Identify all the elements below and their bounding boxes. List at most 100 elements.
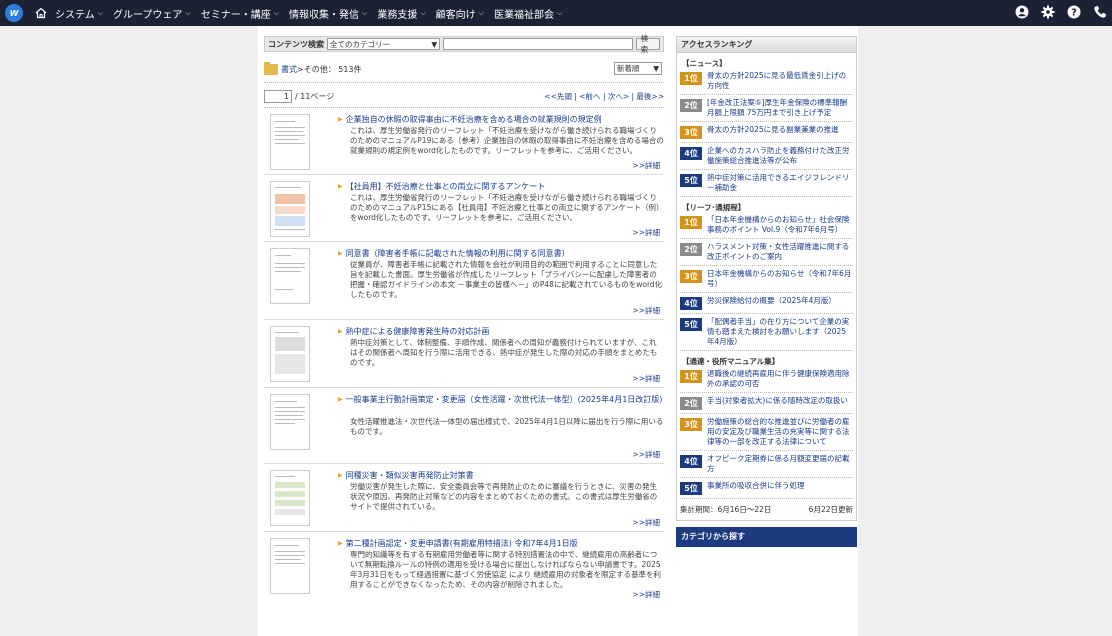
search-label: コンテンツ検索 xyxy=(268,39,324,49)
breadcrumb-root[interactable]: 書式 xyxy=(281,64,297,75)
ranking-item-text[interactable]: オフピーク定期券に係る月額変更届の記載方 xyxy=(707,454,853,474)
detail-link[interactable]: >>詳細 xyxy=(632,305,660,316)
detail-link[interactable]: >>詳細 xyxy=(632,373,660,384)
pager: 1 / 11ページ <<先頭 | <前へ | 次へ> | 最後>> xyxy=(264,89,664,103)
category-browse-header[interactable]: カテゴリから探す xyxy=(676,527,857,547)
ranking-item[interactable]: 5位 事業所の吸収合併に伴う処理 xyxy=(680,478,853,499)
ranking-item[interactable]: 4位 企業へのカスハラ防止を義務付けた改正労働施策総合推進法等が公布 xyxy=(680,143,853,170)
rank-badge: 4位 xyxy=(680,147,702,160)
menu-label: システム xyxy=(55,9,95,21)
ranking-item-text[interactable]: 企業へのカスハラ防止を義務付けた改正労働施策総合推進法等が公布 xyxy=(707,146,853,166)
ranking-item-text[interactable]: 骨太の方針2025に見る最低賃金引上げの方向性 xyxy=(707,71,853,91)
rank-badge: 1位 xyxy=(680,216,702,229)
menu-info[interactable]: 情報収集・発信 ⌵ xyxy=(289,6,367,21)
ranking-item[interactable]: 2位 手当(対象者拡大)に係る随時改定の取扱い xyxy=(680,393,853,414)
ranking-item-text[interactable]: 手当(対象者拡大)に係る随時改定の取扱い xyxy=(707,396,848,406)
pager-links[interactable]: <<先頭 | <前へ | 次へ> | 最後>> xyxy=(544,91,664,102)
phone-icon[interactable] xyxy=(1092,4,1108,20)
rank-badge: 5位 xyxy=(680,318,702,331)
list-item: 同種災害・類似災害再発防止対策書 労働災害が発生した際に、安全委員会等で再発防止… xyxy=(264,464,664,532)
document-thumbnail[interactable] xyxy=(270,114,310,170)
menu-label: グループウェア xyxy=(113,9,183,21)
detail-link[interactable]: >>詳細 xyxy=(632,517,660,528)
rank-badge: 2位 xyxy=(680,243,702,256)
ranking-item[interactable]: 5位 「配偶者手当」の在り方について企業の実情も踏まえた検討をお願いします（202… xyxy=(680,314,853,351)
top-nav-bar: W システム ⌵ グループウェア ⌵ セミナー・講座 ⌵ 情報収集・発信 ⌵ 業務支援 ⌵… xyxy=(0,0,1112,26)
ranking-item[interactable]: 3位 骨太の方針2025に見る副業兼業の推進 xyxy=(680,122,853,143)
menu-label: 顧客向け xyxy=(435,9,476,21)
document-thumbnail[interactable] xyxy=(270,538,310,594)
menu-medical[interactable]: 医業福祉部会 ⌵ xyxy=(494,6,562,21)
menu-customer[interactable]: 顧客向け ⌵ xyxy=(436,6,484,21)
search-button[interactable]: 検索 xyxy=(635,34,660,54)
ranking-item[interactable]: 1位 退職後の継続再雇用に伴う健康保険適用除外の承認の可否 xyxy=(680,366,853,393)
ranking-item-text[interactable]: 熱中症対策に活用できるエイジフレンドリー補助金 xyxy=(707,173,853,193)
ranking-item-text[interactable]: [年金改正法案⑤]厚生年金保険の標準報酬月額上限額 75万円まで引き上げ予定 xyxy=(707,98,853,118)
breadcrumb: 書式 > その他 ： 513件 新着順 ▼ xyxy=(264,61,664,76)
detail-link[interactable]: >>詳細 xyxy=(632,589,660,600)
rank-badge: 1位 xyxy=(680,370,702,383)
ranking-item[interactable]: 1位 骨太の方針2025に見る最低賃金引上げの方向性 xyxy=(680,68,853,95)
ranking-item-text[interactable]: 日本年金機構からのお知らせ（令和7年6月号） xyxy=(707,269,853,289)
ranking-item[interactable]: 2位 [年金改正法案⑤]厚生年金保険の標準報酬月額上限額 75万円まで引き上げ予定 xyxy=(680,95,853,122)
document-thumbnail[interactable] xyxy=(270,181,310,237)
menu-system[interactable]: システム ⌵ xyxy=(55,6,103,21)
divider xyxy=(264,82,664,83)
chevron-down-icon: ▼ xyxy=(653,64,659,73)
ranking-item[interactable]: 3位 労働施策の総合的な推進並びに労働者の雇用の安定及び職業生活の充実等に関する法… xyxy=(680,414,853,451)
item-title[interactable]: 第二種計画認定・変更申請書(有期雇用特措法) 令和7年4月1日版 xyxy=(338,538,664,550)
item-title[interactable]: 同意書（障害者手帳に記載された情報の利用に関する同意書） xyxy=(338,248,664,260)
folder-icon xyxy=(264,61,278,75)
ranking-item[interactable]: 5位 熱中症対策に活用できるエイジフレンドリー補助金 xyxy=(680,170,853,197)
ranking-item-text[interactable]: 退職後の継続再雇用に伴う健康保険適用除外の承認の可否 xyxy=(707,369,853,389)
item-title[interactable]: 【社員用】不妊治療と仕事との両立に関するアンケート xyxy=(338,181,664,193)
document-thumbnail[interactable] xyxy=(270,470,310,526)
detail-link[interactable]: >>詳細 xyxy=(632,160,660,171)
search-input[interactable] xyxy=(443,38,633,50)
chevron-down-icon: ▼ xyxy=(431,39,438,49)
page-total: / 11ページ xyxy=(295,91,335,101)
rank-badge: 4位 xyxy=(680,455,702,468)
ranking-item[interactable]: 3位 日本年金機構からのお知らせ（令和7年6月号） xyxy=(680,266,853,293)
menu-business[interactable]: 業務支援 ⌵ xyxy=(377,6,425,21)
ranking-item[interactable]: 2位 ハラスメント対策・女性活躍推進に関する改正ポイントのご案内 xyxy=(680,239,853,266)
item-description: 専門的知識等を有する有期雇用労働者等に関する特別措置法の中で、継続雇用の高齢者に… xyxy=(350,550,662,589)
chevron-down-icon: ⌵ xyxy=(97,8,104,17)
menu-label: 情報収集・発信 xyxy=(289,9,360,21)
ranking-item-text[interactable]: 「日本年金機構からのお知らせ」社会保険事務のポイント Vol.9（令和7年6月号… xyxy=(707,215,853,235)
ranking-item-text[interactable]: 労働施策の総合的な推進並びに労働者の雇用の安定及び職業生活の充実等に関する法律等… xyxy=(707,417,853,447)
ranking-item-text[interactable]: 労災保険給付の概要（2025年4月版） xyxy=(707,296,836,306)
ranking-item-text[interactable]: ハラスメント対策・女性活躍推進に関する改正ポイントのご案内 xyxy=(707,242,853,262)
help-icon[interactable]: ? xyxy=(1066,4,1082,20)
rank-badge: 3位 xyxy=(680,418,702,431)
ranking-item[interactable]: 4位 オフピーク定期券に係る月額変更届の記載方 xyxy=(680,451,853,478)
detail-link[interactable]: >>詳細 xyxy=(632,449,660,460)
item-description: これは、厚生労働省発行のリーフレット「不妊治療を受けながら働き続けられる職場づく… xyxy=(350,193,664,222)
breadcrumb-current: その他 xyxy=(303,64,328,74)
category-select[interactable]: 全てのカテゴリー ▼ xyxy=(327,38,441,50)
app-logo[interactable]: W xyxy=(5,4,23,22)
ranking-item-text[interactable]: 骨太の方針2025に見る副業兼業の推進 xyxy=(707,125,839,135)
ranking-item-text[interactable]: 事業所の吸収合併に伴う処理 xyxy=(707,481,805,491)
item-title[interactable]: 企業独自の休暇の取得事由に不妊治療を含める場合の就業規則の規定例 xyxy=(338,114,664,126)
gear-icon[interactable] xyxy=(1040,4,1056,20)
ranking-item-text[interactable]: 「配偶者手当」の在り方について企業の実情も踏まえた検討をお願いします（2025年… xyxy=(707,317,853,347)
document-thumbnail[interactable] xyxy=(270,248,310,304)
menu-groupware[interactable]: グループウェア ⌵ xyxy=(113,6,191,21)
ranking-item[interactable]: 1位 「日本年金機構からのお知らせ」社会保険事務のポイント Vol.9（令和7年6… xyxy=(680,212,853,239)
svg-text:?: ? xyxy=(1071,8,1077,19)
detail-link[interactable]: >>詳細 xyxy=(632,227,660,238)
ranking-item[interactable]: 4位 労災保険給付の概要（2025年4月版） xyxy=(680,293,853,314)
home-icon[interactable] xyxy=(35,7,47,19)
sort-select[interactable]: 新着順 ▼ xyxy=(614,62,662,75)
main-menu: システム ⌵ グループウェア ⌵ セミナー・講座 ⌵ 情報収集・発信 ⌵ 業務支援 ⌵ 顧… xyxy=(55,6,572,21)
item-title[interactable]: 熱中症による健康障害発生時の対応計画 xyxy=(338,326,664,338)
user-icon[interactable] xyxy=(1014,4,1030,20)
document-thumbnail[interactable] xyxy=(270,326,310,382)
item-title[interactable]: 一般事業主行動計画策定・変更届（女性活躍・次世代法一体型）(2025年4月1日改… xyxy=(338,394,664,406)
menu-seminar[interactable]: セミナー・講座 ⌵ xyxy=(201,6,279,21)
item-title[interactable]: 同種災害・類似災害再発防止対策書 xyxy=(338,470,664,482)
rank-badge: 1位 xyxy=(680,72,702,85)
page-input[interactable]: 1 xyxy=(264,89,292,103)
document-thumbnail[interactable] xyxy=(270,394,310,450)
